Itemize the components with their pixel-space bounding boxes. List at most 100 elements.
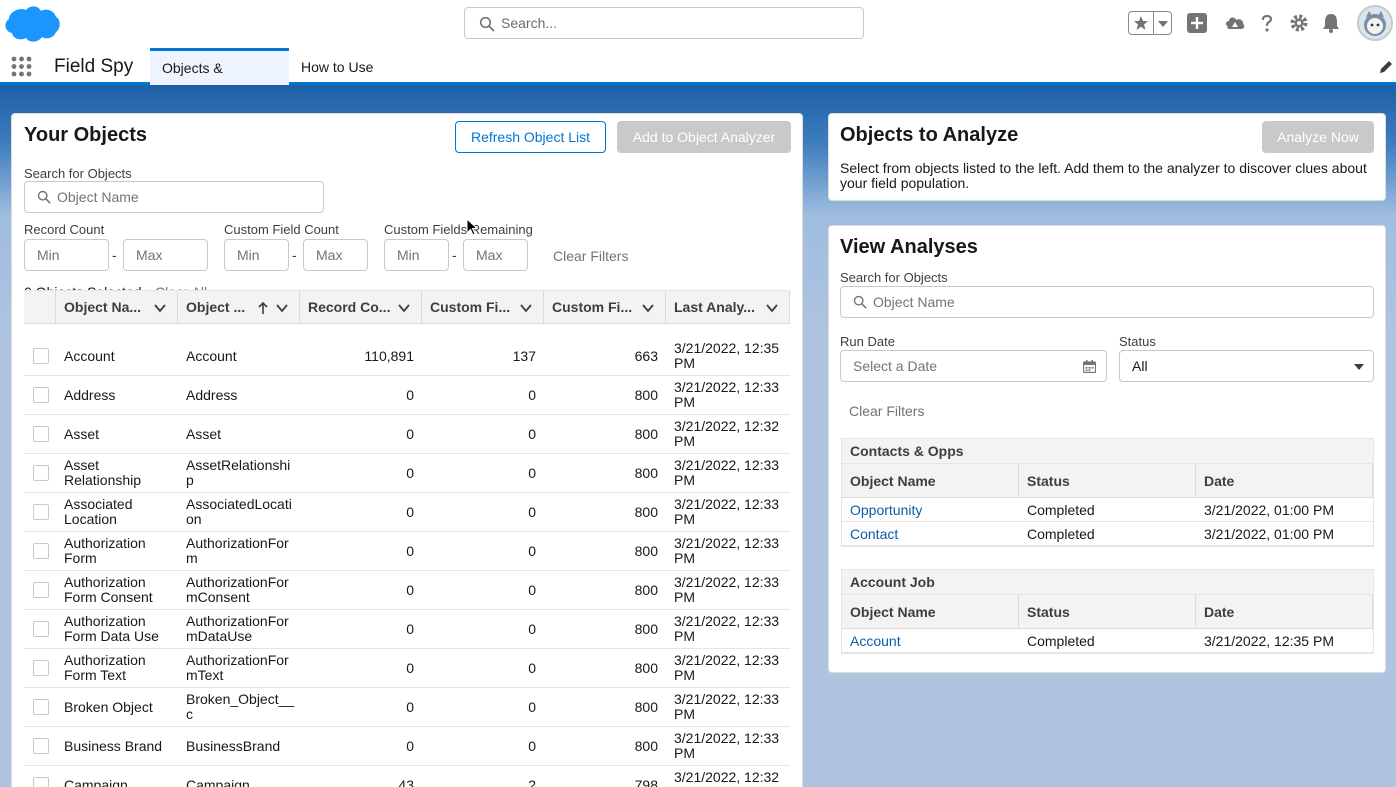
global-search[interactable] (464, 7, 864, 39)
table-row[interactable]: Business Brand BusinessBrand 0 0 800 3/21/202… (24, 727, 790, 766)
your-objects-title: Your Objects (24, 124, 147, 146)
status-select[interactable]: All (1119, 350, 1374, 382)
chevron-down-icon[interactable] (397, 301, 411, 315)
record-count-cell: 0 (406, 386, 414, 403)
row-select-checkbox[interactable] (33, 543, 49, 559)
object-label-cell: Asset (64, 425, 100, 442)
row-select-checkbox[interactable] (33, 387, 49, 403)
last-analyzed-cell: 3/21/2022, 12:33 PM (674, 613, 780, 644)
analysis-object-link[interactable]: Account (842, 629, 901, 653)
table-row[interactable]: Associated Location AssociatedLocation 0 0 8… (24, 493, 790, 532)
global-search-input[interactable] (501, 12, 851, 34)
edit-nav-pencil-icon[interactable] (1378, 59, 1394, 75)
custom-fields-remaining-min-input[interactable]: Min (384, 239, 449, 271)
chevron-down-icon[interactable] (641, 301, 655, 315)
status-label: Status (1119, 334, 1156, 349)
object-api-cell: BusinessBrand (186, 737, 281, 754)
record-count-max-input[interactable]: Max (123, 239, 208, 271)
column-header-last-analyzed[interactable]: Last Analy... (666, 291, 790, 324)
calendar-icon[interactable] (1083, 360, 1096, 373)
search-icon (853, 295, 867, 309)
avatar[interactable] (1357, 5, 1393, 41)
analyses-search-input[interactable]: Object Name (840, 286, 1374, 318)
last-analyzed-cell: 3/21/2022, 12:33 PM (674, 652, 780, 683)
column-header-custom-field-count[interactable]: Custom Fi... (422, 291, 544, 324)
clear-filters-button[interactable]: Clear Filters (553, 248, 628, 264)
object-api-cell: AuthorizationFormDataUse (186, 613, 289, 644)
row-select-checkbox[interactable] (33, 621, 49, 637)
setup-gear-icon[interactable] (1288, 12, 1310, 34)
row-select-checkbox[interactable] (33, 465, 49, 481)
table-row[interactable]: Asset Asset 0 0 800 3/21/2022, 12:32 PM (24, 415, 790, 454)
record-count-min-input[interactable]: Min (24, 239, 109, 271)
chevron-down-icon[interactable] (153, 301, 167, 315)
table-row[interactable]: Authorization Form Text AuthorizationForm… (24, 649, 790, 688)
row-select-checkbox[interactable] (33, 426, 49, 442)
chevron-down-icon[interactable] (765, 301, 779, 315)
analysis-row: Contact Completed 3/21/2022, 01:00 PM (842, 522, 1373, 546)
column-header-custom-fields-remaining[interactable]: Custom Fi... (544, 291, 666, 324)
last-analyzed-cell: 3/21/2022, 12:33 PM (674, 535, 780, 566)
help-icon[interactable] (1256, 12, 1278, 34)
column-header-record-count[interactable]: Record Co... (300, 291, 422, 324)
mouse-cursor-icon (466, 218, 478, 236)
column-header-object-name[interactable]: Object Na... (56, 291, 178, 324)
analysis-object-link[interactable]: Opportunity (842, 498, 922, 522)
analyses-clear-filters-button[interactable]: Clear Filters (849, 403, 924, 419)
table-row[interactable]: Authorization Form Consent AuthorizationF… (24, 571, 790, 610)
tab-objects-analysis[interactable]: Objects & Analysis (150, 48, 289, 110)
analysis-object-link[interactable]: Contact (842, 522, 898, 546)
custom-field-count-min-input[interactable]: Min (224, 239, 289, 271)
row-select-checkbox[interactable] (33, 504, 49, 520)
table-row[interactable]: Broken Object Broken_Object__c 0 0 800 3/21/2… (24, 688, 790, 727)
row-select-checkbox[interactable] (33, 348, 49, 364)
sort-ascending-arrow-icon (258, 301, 268, 314)
tab-how-to-use[interactable]: How to Use (289, 48, 385, 85)
chevron-down-icon[interactable] (519, 301, 533, 315)
add-icon[interactable] (1186, 12, 1208, 34)
trailhead-icon[interactable] (1224, 12, 1246, 34)
record-count-cell: 0 (406, 425, 414, 442)
app-launcher-icon[interactable] (11, 56, 32, 77)
object-api-cell: AssetRelationship (186, 457, 291, 488)
salesforce-cloud-logo[interactable] (2, 4, 60, 44)
row-select-checkbox[interactable] (33, 582, 49, 598)
table-row[interactable]: Authorization Form Data Use Authorization… (24, 610, 790, 649)
app-nav-bar: Field Spy Objects & Analysis How to Use (0, 48, 1396, 110)
custom-fields-remaining-max-input[interactable]: Max (463, 239, 528, 271)
refresh-object-list-button[interactable]: Refresh Object List (455, 121, 606, 153)
search-objects-label: Search for Objects (24, 166, 132, 181)
table-row[interactable]: Campaign Campaign 43 2 798 3/21/2022, 12:32 P… (24, 766, 790, 787)
chevron-down-icon[interactable] (1157, 20, 1169, 28)
run-date-picker[interactable]: Select a Date (840, 350, 1107, 382)
column-header-object-api[interactable]: Object ... (178, 291, 300, 324)
favorites-star-icon[interactable] (1133, 15, 1149, 31)
object-search-input[interactable]: Object Name (24, 181, 324, 213)
table-row[interactable]: Account Account 110,891 137 663 3/21/2022, 12… (24, 337, 790, 376)
column-header-status: Status (1019, 595, 1196, 629)
chevron-down-icon[interactable] (275, 301, 289, 315)
custom-field-count-cell: 0 (528, 464, 536, 481)
view-analyses-card: View Analyses Search for Objects Object … (828, 225, 1386, 673)
row-select-checkbox[interactable] (33, 738, 49, 754)
analyze-now-button[interactable]: Analyze Now (1262, 121, 1374, 153)
table-row[interactable]: Address Address 0 0 800 3/21/2022, 12:33 PM (24, 376, 790, 415)
last-analyzed-cell: 3/21/2022, 12:35 PM (674, 340, 780, 371)
row-select-checkbox[interactable] (33, 699, 49, 715)
app-name: Field Spy (54, 56, 134, 77)
your-objects-card: Your Objects Refresh Object List Add to … (11, 113, 803, 787)
notifications-bell-icon[interactable] (1320, 12, 1342, 34)
object-label-cell: Authorization Form Data Use (64, 613, 159, 644)
object-label-cell: Authorization Form (64, 535, 146, 566)
table-row[interactable]: Authorization Form AuthorizationForm 0 0 800… (24, 532, 790, 571)
analysis-date: 3/21/2022, 01:00 PM (1204, 502, 1334, 518)
row-select-checkbox[interactable] (33, 660, 49, 676)
add-to-object-analyzer-button[interactable]: Add to Object Analyzer (617, 121, 791, 153)
row-select-checkbox[interactable] (33, 777, 49, 787)
chevron-down-icon[interactable] (1353, 363, 1365, 371)
favorites-button-group[interactable] (1128, 11, 1172, 35)
last-analyzed-cell: 3/21/2022, 12:33 PM (674, 496, 780, 527)
custom-field-count-max-input[interactable]: Max (303, 239, 368, 271)
column-header-date: Date (1196, 464, 1373, 498)
table-row[interactable]: Asset Relationship AssetRelationship 0 0 800… (24, 454, 790, 493)
